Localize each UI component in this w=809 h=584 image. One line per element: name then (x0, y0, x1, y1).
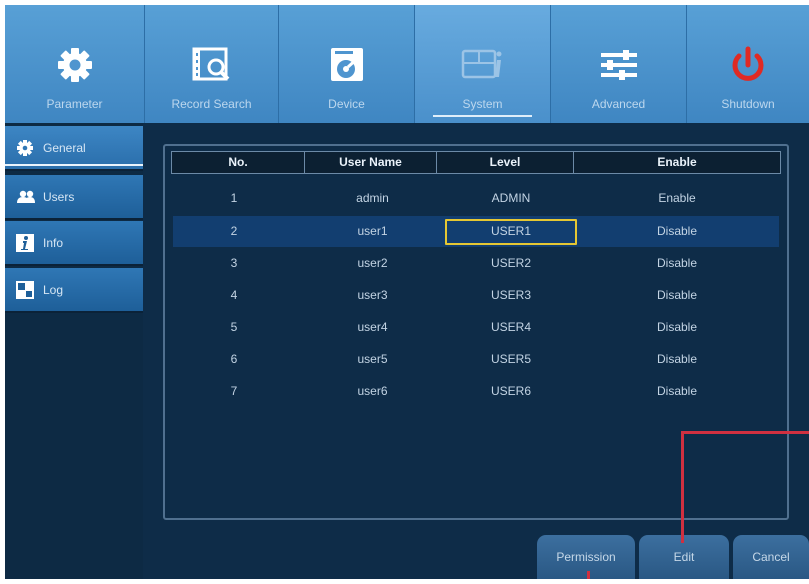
toolbar-label: System (462, 97, 503, 111)
cell-user-name: user4 (357, 320, 388, 334)
toolbar-label: Device (328, 97, 365, 111)
toolbar-label: Advanced (591, 97, 646, 111)
sidebar-item-label: Users (43, 190, 75, 204)
info-icon (16, 234, 34, 252)
active-tab-underline (433, 115, 532, 117)
cell-user-name: user6 (357, 384, 388, 398)
cell-no: 6 (230, 352, 238, 366)
main-panel: No. User Name Level Enable 1 admin ADMIN… (143, 123, 809, 579)
cell-user-name: user2 (357, 256, 388, 270)
cell-user-name: user1 (357, 224, 388, 238)
cell-enable: Disable (656, 320, 698, 334)
callout-line-edit-horizontal (681, 431, 809, 434)
cell-enable: Disable (656, 256, 698, 270)
cell-enable: Disable (656, 288, 698, 302)
cell-user-name: admin (356, 191, 389, 205)
disk-device-icon (330, 48, 363, 81)
callout-line-permission (587, 571, 590, 579)
sidebar-item-info[interactable]: Info (5, 221, 143, 266)
table-row[interactable]: 6 user5 USER5 Disable (173, 344, 779, 375)
cell-enable: Disable (656, 224, 698, 238)
focus-highlight (445, 219, 577, 245)
callout-line-edit (681, 431, 684, 543)
table-row[interactable]: 1 admin ADMIN Enable (173, 183, 779, 214)
cell-no: 4 (230, 288, 238, 302)
column-header-user-name[interactable]: User Name (305, 152, 437, 173)
cell-no: 2 (230, 224, 238, 238)
cell-enable: Disable (656, 384, 698, 398)
cell-enable: Disable (656, 352, 698, 366)
cell-level: USER6 (490, 384, 531, 398)
dvr-window: Parameter Record Search Device System Ad… (5, 5, 809, 579)
toolbar-advanced[interactable]: Advanced (551, 5, 687, 123)
toolbar-system[interactable]: System (415, 5, 551, 123)
table-row[interactable]: 5 user4 USER4 Disable (173, 312, 779, 343)
table-row[interactable]: 4 user3 USER3 Disable (173, 280, 779, 311)
toolbar-label: Shutdown (721, 97, 775, 111)
gear-icon (17, 140, 33, 156)
column-header-level[interactable]: Level (437, 152, 574, 173)
sidebar-item-label: Info (43, 236, 64, 250)
sidebar-item-users[interactable]: Users (5, 175, 143, 220)
toolbar-record-search[interactable]: Record Search (145, 5, 279, 123)
permission-button[interactable]: Permission (537, 535, 635, 579)
edit-button[interactable]: Edit (639, 535, 729, 579)
sidebar-item-log[interactable]: Log (5, 268, 143, 313)
sliders-icon (600, 50, 637, 80)
film-search-icon (192, 47, 229, 81)
user-table: No. User Name Level Enable 1 admin ADMIN… (163, 144, 789, 520)
cell-no: 1 (230, 191, 238, 205)
power-icon (732, 46, 764, 81)
table-row[interactable]: 3 user2 USER2 Disable (173, 248, 779, 279)
system-info-icon (461, 49, 501, 79)
cell-user-name: user3 (357, 288, 388, 302)
active-item-underline (5, 164, 143, 166)
sidebar: General Users Info Log (5, 123, 143, 579)
column-header-enable[interactable]: Enable (574, 152, 780, 173)
cell-no: 5 (230, 320, 238, 334)
table-header: No. User Name Level Enable (171, 151, 781, 174)
toolbar-parameter[interactable]: Parameter (5, 5, 145, 123)
cell-no: 7 (230, 384, 238, 398)
gear-icon (57, 48, 92, 82)
table-row-selected[interactable]: 2 user1 USER1 Disable (173, 216, 779, 247)
cell-level: USER2 (490, 256, 531, 270)
toolbar-label: Parameter (46, 97, 103, 111)
cell-user-name: user5 (357, 352, 388, 366)
sidebar-item-general[interactable]: General (5, 126, 143, 171)
cell-level: USER3 (490, 288, 531, 302)
toolbar-device[interactable]: Device (279, 5, 415, 123)
cell-level: USER5 (490, 352, 531, 366)
users-icon (17, 190, 35, 203)
sidebar-item-label: Log (43, 283, 64, 297)
toolbar-shutdown[interactable]: Shutdown (687, 5, 809, 123)
log-icon (16, 281, 34, 299)
toolbar-label: Record Search (171, 97, 252, 111)
cell-level: ADMIN (491, 191, 531, 205)
table-row[interactable]: 7 user6 USER6 Disable (173, 376, 779, 407)
sidebar-item-label: General (43, 141, 86, 155)
main-toolbar: Parameter Record Search Device System Ad… (5, 5, 809, 123)
cancel-button[interactable]: Cancel (733, 535, 809, 579)
cell-level: USER4 (490, 320, 531, 334)
cell-enable: Enable (658, 191, 696, 205)
cell-no: 3 (230, 256, 238, 270)
column-header-no[interactable]: No. (172, 152, 305, 173)
